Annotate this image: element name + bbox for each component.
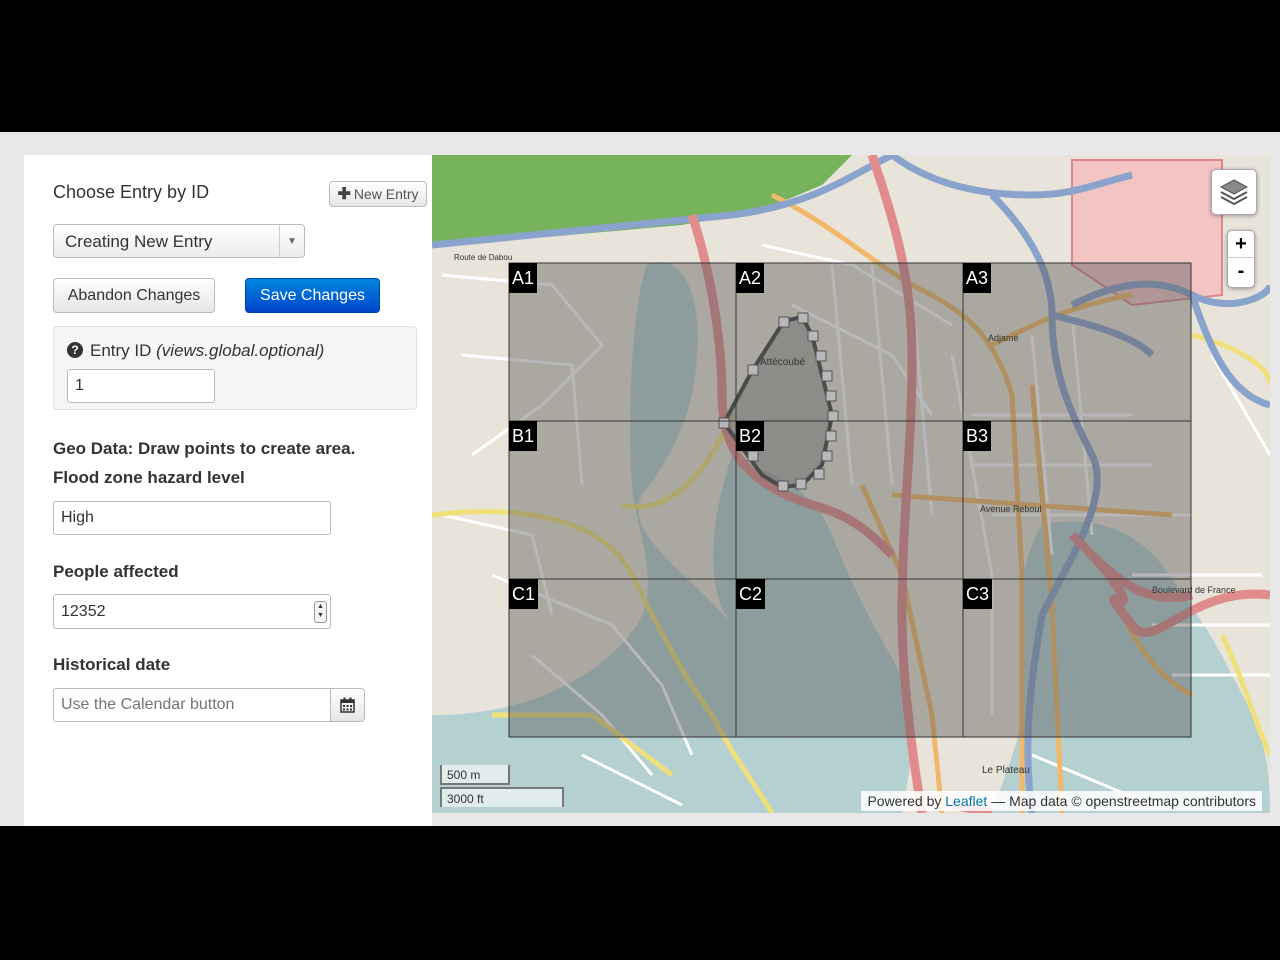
street-label: Avenue Reboul (980, 504, 1042, 514)
entry-select-value: Creating New Entry (65, 232, 213, 251)
grid-overlay (508, 262, 1192, 738)
grid-label-c1: C1 (509, 579, 539, 609)
grid-label-a2: A2 (736, 263, 765, 293)
zoom-in-button[interactable]: + (1228, 231, 1254, 258)
plus-icon: ✚ (337, 186, 351, 203)
people-affected-input[interactable] (53, 594, 331, 629)
grid-label-c2: C2 (736, 579, 766, 609)
grid-label-a1: A1 (509, 263, 538, 293)
place-label: Le Plateau (982, 765, 1030, 776)
entry-id-label: Entry ID (views.global.optional) (90, 341, 325, 360)
zoom-out-button[interactable]: - (1228, 258, 1254, 284)
entry-id-input[interactable] (67, 369, 215, 403)
street-label: Boulevard de France (1152, 585, 1236, 595)
leaflet-link[interactable]: Leaflet (945, 793, 987, 809)
people-affected-label: People affected (53, 562, 179, 581)
number-stepper[interactable]: ▲ ▼ (314, 601, 327, 623)
question-circle-icon: ? (67, 342, 83, 358)
hazard-label: Flood zone hazard level (53, 468, 245, 487)
calendar-icon (340, 697, 355, 713)
map-view[interactable]: A1 A2 A3 B1 B2 B3 C1 C2 C3 Attécoubé Ave… (432, 155, 1270, 813)
entry-form-panel: Choose Entry by ID ✚ New Entry Creating … (24, 155, 432, 826)
abandon-changes-button[interactable]: Abandon Changes (53, 278, 215, 313)
scale-metric: 500 m (440, 765, 510, 785)
hazard-level-input[interactable] (53, 501, 331, 535)
entry-id-group: ? Entry ID (views.global.optional) (53, 326, 417, 410)
entry-select[interactable]: Creating New Entry ▼ (53, 224, 305, 258)
street-label: Route de Dabou (454, 253, 513, 262)
grid-label-a3: A3 (963, 263, 992, 293)
grid-label-b3: B3 (963, 421, 992, 451)
scale-imperial: 3000 ft (440, 787, 564, 807)
place-label: Attécoubé (760, 357, 806, 368)
grid-label-c3: C3 (963, 579, 993, 609)
historical-date-input[interactable] (53, 688, 331, 722)
new-entry-button[interactable]: ✚ New Entry (329, 181, 427, 207)
chevron-down-icon: ▼ (279, 225, 304, 257)
save-changes-button[interactable]: Save Changes (245, 278, 380, 313)
map-tiles (432, 155, 1270, 813)
people-affected-field: ▲▼ (53, 594, 331, 629)
page-title: Choose Entry by ID (53, 182, 210, 202)
grid-label-b2: B2 (736, 421, 765, 451)
historical-date-label: Historical date (53, 655, 171, 674)
new-entry-label: New Entry (353, 186, 419, 202)
zoom-control: + - (1227, 230, 1255, 288)
place-label: Adjamé (988, 333, 1019, 343)
grid-label-b1: B1 (509, 421, 538, 451)
layers-icon (1219, 179, 1249, 206)
geo-data-label: Geo Data: Draw points to create area. (53, 439, 356, 458)
layers-control[interactable] (1211, 169, 1257, 215)
map-attribution: Powered by Leaflet — Map data © openstre… (861, 791, 1262, 811)
calendar-button[interactable] (330, 688, 365, 722)
